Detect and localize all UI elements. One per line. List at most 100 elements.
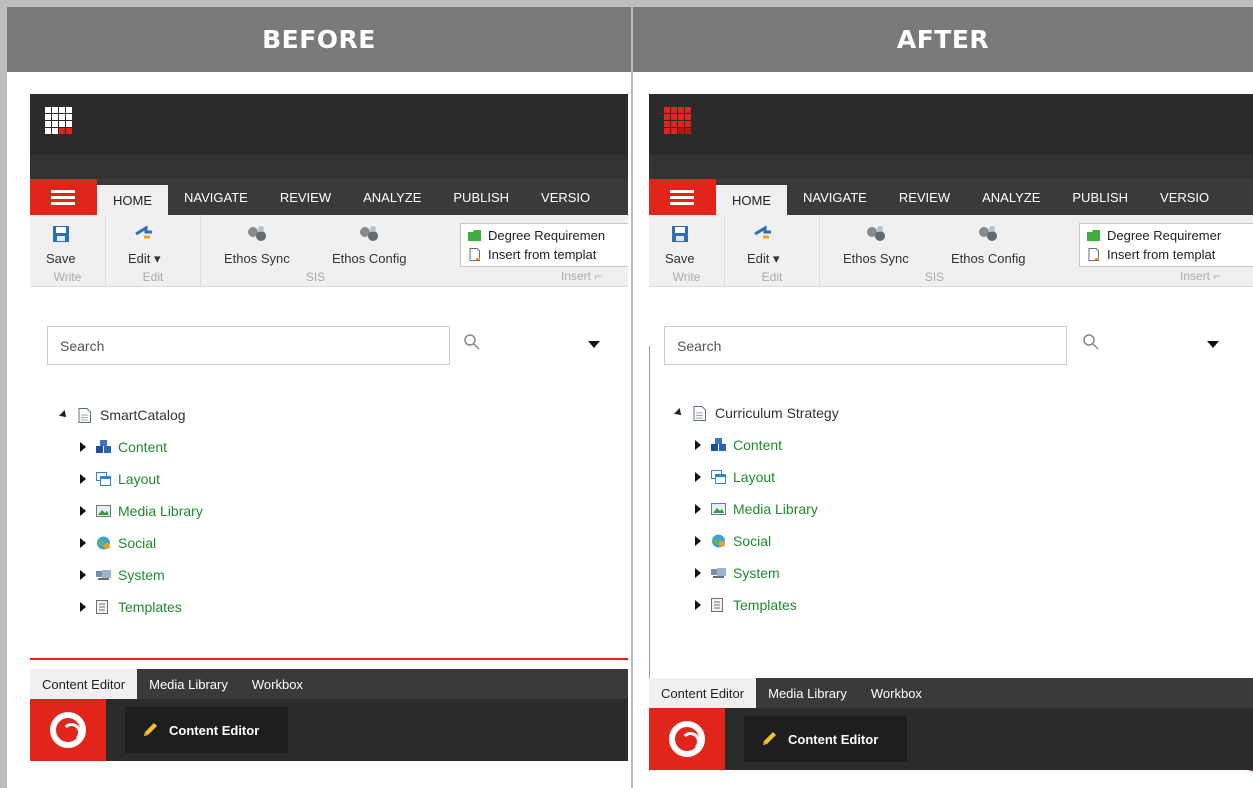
tab-publish[interactable]: PUBLISH (1056, 179, 1144, 215)
save-button[interactable]: Save (46, 221, 76, 266)
ethos-config-icon (977, 221, 999, 247)
expand-arrow-icon[interactable] (80, 474, 86, 484)
tree-item-layout[interactable]: Layout (80, 469, 160, 489)
expand-arrow-icon[interactable] (695, 440, 701, 450)
tab-review[interactable]: REVIEW (264, 179, 347, 215)
group-label-write: Write (672, 270, 701, 284)
tree-item-content[interactable]: Content (695, 435, 782, 455)
after-screenshot: HOME NAVIGATE REVIEW ANALYZE PUBLISH VER… (649, 94, 1253, 771)
tab-analyze[interactable]: ANALYZE (966, 179, 1056, 215)
search-icon[interactable] (1082, 333, 1100, 351)
tab-home[interactable]: HOME (97, 185, 168, 215)
edit-button[interactable]: Edit ▾ (747, 221, 780, 267)
pencil-icon (763, 732, 776, 745)
tree-item-label: Templates (118, 599, 182, 615)
content-editor-button[interactable]: Content Editor (125, 707, 288, 753)
tree-item-social[interactable]: Social (80, 533, 156, 553)
document-icon (1086, 248, 1101, 261)
content-editor-label: Content Editor (788, 731, 879, 747)
bottom-tab-workbox[interactable]: Workbox (240, 669, 315, 699)
before-screenshot: HOME NAVIGATE REVIEW ANALYZE PUBLISH VER… (30, 94, 628, 762)
app-footer: Content Editor (649, 708, 1253, 770)
tree-item-layout[interactable]: Layout (695, 467, 775, 487)
tab-versions[interactable]: VERSIO (1144, 179, 1225, 215)
expand-arrow-icon[interactable] (80, 538, 86, 548)
tree-item-system[interactable]: System (695, 563, 780, 583)
expand-arrow-icon[interactable] (695, 600, 701, 610)
insert-degree-requirement[interactable]: Degree Requiremer (1086, 226, 1253, 245)
expand-arrow-icon[interactable] (80, 602, 86, 612)
document-icon (467, 248, 482, 261)
search-input[interactable] (47, 326, 450, 365)
expand-arrow-icon[interactable] (695, 472, 701, 482)
group-label-insert: Insert ⌐ (561, 269, 602, 283)
search-input[interactable] (664, 326, 1067, 365)
tree-root[interactable]: SmartCatalog (59, 405, 186, 425)
ethos-config-label: Ethos Config (951, 251, 1026, 266)
launchpad-grid-icon[interactable] (664, 107, 691, 134)
expand-arrow-icon[interactable] (80, 442, 86, 452)
after-panel: AFTER HOME NAVIGATE REVIEW ANALYZE PUBLI… (633, 0, 1253, 788)
bottom-tab-media-library[interactable]: Media Library (756, 678, 859, 708)
insert-degree-requirement[interactable]: Degree Requiremen (467, 226, 628, 245)
tree-item-templates[interactable]: Templates (695, 595, 797, 615)
group-label-sis: SIS (305, 270, 326, 284)
tab-publish[interactable]: PUBLISH (437, 179, 525, 215)
save-button[interactable]: Save (665, 221, 695, 266)
tree-item-social[interactable]: Social (695, 531, 771, 551)
expand-arrow-icon[interactable] (695, 504, 701, 514)
ethos-config-button[interactable]: Ethos Config (332, 221, 406, 266)
ethos-sync-button[interactable]: Ethos Sync (843, 221, 909, 266)
edit-button[interactable]: Edit ▾ (128, 221, 161, 267)
chevron-down-icon[interactable] (1207, 341, 1219, 348)
bottom-tab-media-library[interactable]: Media Library (137, 669, 240, 699)
panel-top-border (633, 0, 1253, 7)
tree-item-system[interactable]: System (80, 565, 165, 585)
page-icon (693, 406, 708, 421)
insert-from-template[interactable]: Insert from templat (467, 245, 628, 264)
tree-item-media-library[interactable]: Media Library (695, 499, 818, 519)
sitecore-logo-icon[interactable] (30, 699, 106, 761)
tree-root-label: Curriculum Strategy (715, 405, 839, 421)
tree-item-content[interactable]: Content (80, 437, 167, 457)
ribbon-home: Save Write Edit ▾ Edit Ethos Sync Ethos … (30, 215, 628, 287)
launchpad-grid-icon[interactable] (45, 107, 72, 134)
hamburger-menu-icon[interactable] (649, 179, 716, 215)
expand-arrow-icon[interactable] (80, 506, 86, 516)
insert-item-label: Degree Requiremer (1107, 228, 1222, 243)
tree-root[interactable]: Curriculum Strategy (674, 403, 839, 423)
expand-arrow-icon[interactable] (695, 536, 701, 546)
tree-item-media-library[interactable]: Media Library (80, 501, 203, 521)
tab-review[interactable]: REVIEW (883, 179, 966, 215)
tab-versions[interactable]: VERSIO (525, 179, 606, 215)
bottom-tabs: Content Editor Media Library Workbox (649, 678, 1253, 708)
globe-icon (96, 536, 111, 550)
expand-arrow-icon[interactable] (80, 570, 86, 580)
sitecore-logo-icon[interactable] (649, 708, 725, 770)
search-row (30, 287, 628, 385)
chevron-down-icon[interactable] (588, 341, 600, 348)
hamburger-menu-icon[interactable] (30, 179, 97, 215)
insert-from-template[interactable]: Insert from templat (1086, 245, 1253, 264)
bottom-accent-line (30, 658, 628, 660)
tab-analyze[interactable]: ANALYZE (347, 179, 437, 215)
tab-navigate[interactable]: NAVIGATE (168, 179, 264, 215)
bottom-tab-workbox[interactable]: Workbox (859, 678, 934, 708)
content-editor-button[interactable]: Content Editor (744, 716, 907, 762)
search-icon[interactable] (463, 333, 481, 351)
ribbon-group-sis: Ethos Sync Ethos Config SIS (820, 215, 1049, 287)
tab-navigate[interactable]: NAVIGATE (787, 179, 883, 215)
tree-root-label: SmartCatalog (100, 407, 186, 423)
ribbon-group-write: Save Write (30, 215, 106, 287)
ethos-sync-button[interactable]: Ethos Sync (224, 221, 290, 266)
collapse-arrow-icon[interactable] (674, 408, 684, 418)
collapse-arrow-icon[interactable] (59, 410, 69, 420)
bottom-tab-content-editor[interactable]: Content Editor (649, 678, 757, 708)
ethos-config-button[interactable]: Ethos Config (951, 221, 1025, 266)
image-icon (711, 502, 726, 516)
search-row (649, 287, 1253, 385)
bottom-tab-content-editor[interactable]: Content Editor (30, 669, 138, 699)
tab-home[interactable]: HOME (716, 185, 787, 215)
tree-item-templates[interactable]: Templates (80, 597, 182, 617)
expand-arrow-icon[interactable] (695, 568, 701, 578)
